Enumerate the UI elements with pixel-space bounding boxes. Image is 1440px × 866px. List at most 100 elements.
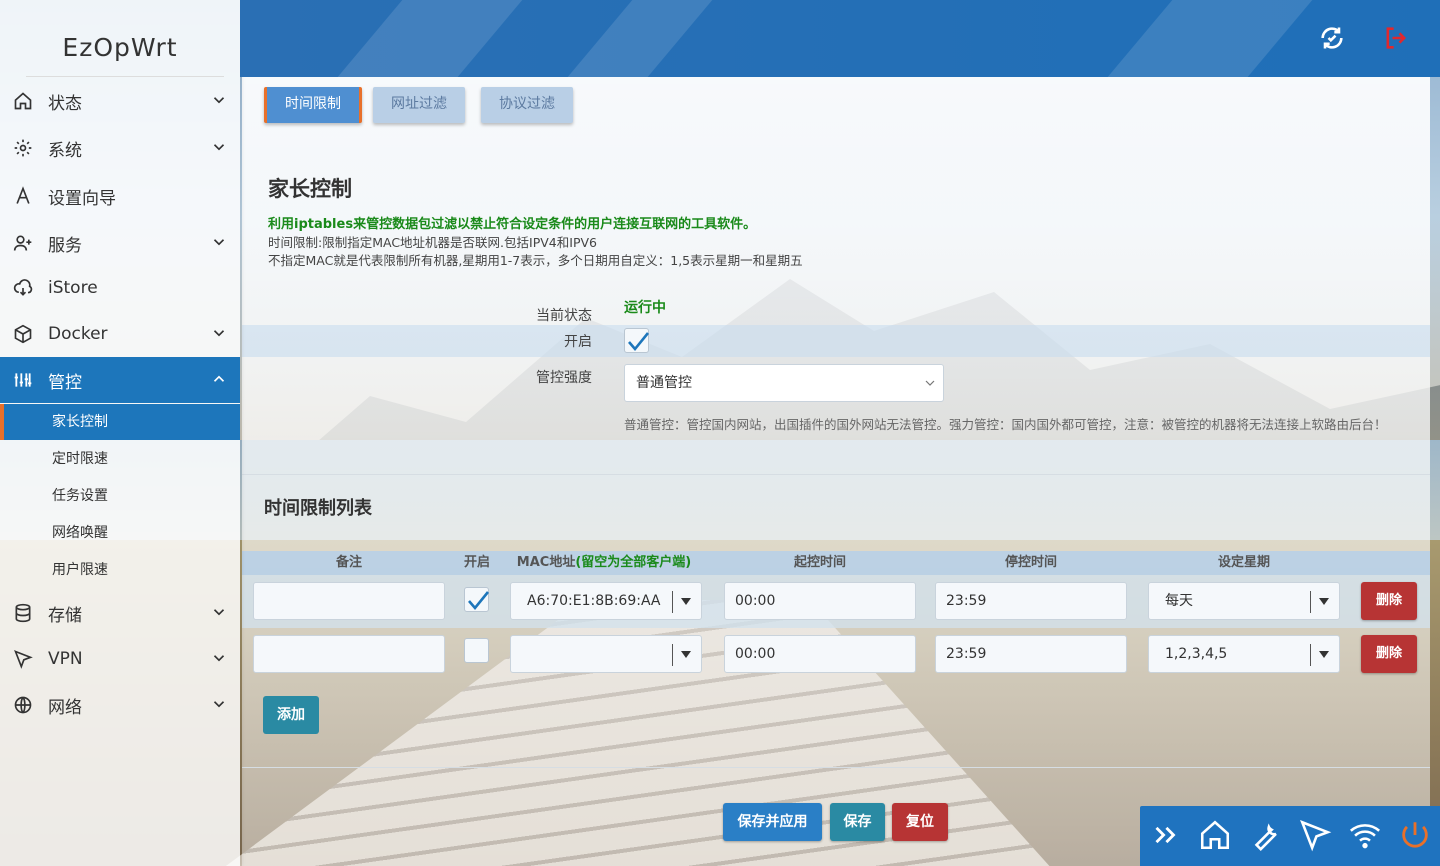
- database-icon: [12, 602, 34, 624]
- mac-select[interactable]: [510, 635, 702, 673]
- sidebar-item-label: 存储: [48, 605, 82, 626]
- logout-icon[interactable]: [1382, 24, 1410, 52]
- sliders-icon: [12, 369, 34, 391]
- column-header-stop: 停控时间: [1004, 555, 1057, 570]
- sidebar-item-label: 网络: [48, 697, 82, 718]
- globe-icon: [12, 694, 34, 716]
- section-divider: [242, 767, 1430, 768]
- wrench-icon[interactable]: [1248, 818, 1282, 852]
- sidebar-subitem-parental-control[interactable]: 家长控制: [0, 404, 240, 440]
- sidebar-item-label: VPN: [48, 649, 83, 669]
- tab-protocol-filter[interactable]: 协议过滤: [481, 87, 573, 123]
- chevron-down-icon: [213, 701, 225, 708]
- double-chevron-right-icon[interactable]: [1148, 818, 1182, 852]
- sidebar-subitem-wake-on-lan[interactable]: 网络唤醒: [0, 515, 240, 551]
- sidebar-item-label: 系统: [48, 140, 82, 161]
- sidebar-item-wizard[interactable]: 设置向导: [0, 173, 240, 219]
- weekday-select-value: 每天: [1165, 593, 1193, 609]
- add-button[interactable]: 添加: [263, 696, 319, 734]
- sidebar-subitem-timed-speed-limit[interactable]: 定时限速: [0, 441, 240, 477]
- power-icon[interactable]: [1398, 818, 1432, 852]
- checkmark-icon: [628, 332, 650, 352]
- main-panel: 时间限制 网址过滤 协议过滤 家长控制 利用iptables来管控数据包过滤以禁…: [242, 77, 1430, 866]
- delete-button[interactable]: 删除: [1361, 582, 1417, 620]
- chevron-down-icon: [213, 97, 225, 104]
- table-header: 备注 开启 MAC地址(留空为全部客户端) 起控时间 停控时间 设定星期: [242, 551, 1430, 575]
- caret-down-icon: [681, 651, 691, 658]
- caret-down-icon: [1319, 598, 1329, 605]
- sidebar-item-services[interactable]: 服务: [0, 220, 240, 266]
- stop-time-input[interactable]: 23:59: [935, 582, 1127, 620]
- sidebar-item-control[interactable]: 管控: [0, 357, 240, 403]
- wifi-icon[interactable]: [1348, 818, 1382, 852]
- wizard-icon: [12, 185, 34, 207]
- sidebar-item-system[interactable]: 系统: [0, 125, 240, 171]
- chevron-down-icon: [213, 144, 225, 151]
- chevron-up-icon: [213, 375, 225, 382]
- tab-url-filter[interactable]: 网址过滤: [373, 87, 465, 123]
- start-time-input[interactable]: 00:00: [724, 582, 916, 620]
- chevron-down-icon: [213, 609, 225, 616]
- page-description-bold: 利用iptables来管控数据包过滤以禁止符合设定条件的用户连接互联网的工具软件…: [268, 217, 757, 232]
- checkmark-icon: [468, 591, 490, 611]
- strength-label: 管控强度: [536, 370, 592, 386]
- send-icon[interactable]: [1298, 818, 1332, 852]
- column-header-start: 起控时间: [793, 555, 846, 570]
- caret-down-icon: [1319, 651, 1329, 658]
- row-enable-checkbox[interactable]: [464, 638, 489, 663]
- table-row: 00:00 23:59 1,2,3,4,5 删除: [242, 628, 1430, 681]
- sidebar-subitem-user-speed-limit[interactable]: 用户限速: [0, 552, 240, 588]
- sidebar-item-status[interactable]: 状态: [0, 78, 240, 124]
- save-apply-button[interactable]: 保存并应用: [723, 803, 822, 841]
- mac-select-value: A6:70:E1:8B:69:AA: [527, 593, 661, 609]
- column-header-weekday: 设定星期: [1217, 555, 1270, 570]
- tab-time-limit[interactable]: 时间限制: [264, 87, 362, 123]
- sidebar-item-label: 服务: [48, 235, 82, 256]
- send-icon: [12, 648, 34, 670]
- sidebar-item-network[interactable]: 网络: [0, 682, 240, 728]
- column-header-mac-note: (留空为全部客户端): [575, 555, 692, 570]
- strength-select[interactable]: 普通管控: [624, 364, 944, 402]
- column-header-mac-text: MAC地址: [516, 555, 576, 570]
- cloud-download-icon: [12, 277, 34, 299]
- refresh-icon[interactable]: [1318, 24, 1346, 52]
- brand-logo[interactable]: EzOpWrt: [0, 0, 240, 76]
- list-title: 时间限制列表: [264, 498, 372, 519]
- remark-input[interactable]: [253, 582, 445, 620]
- row-enable-checkbox[interactable]: [464, 587, 490, 612]
- save-button[interactable]: 保存: [830, 803, 885, 841]
- status-value: 运行中: [624, 300, 666, 316]
- sidebar-item-storage[interactable]: 存储: [0, 590, 240, 636]
- page-description-line: 不指定MAC就是代表限制所有机器,星期用1-7表示，多个日期用自定义：1,5表示…: [268, 253, 803, 268]
- sidebar-item-istore[interactable]: iStore: [0, 265, 240, 311]
- sidebar: EzOpWrt 状态 系统 设置向导 服务 iStore Docker 管控 家…: [0, 0, 240, 866]
- page-title: 家长控制: [268, 177, 352, 201]
- caret-down-icon: [681, 598, 691, 605]
- weekday-select-value: 1,2,3,4,5: [1165, 646, 1228, 662]
- stop-time-input[interactable]: 23:59: [935, 635, 1127, 673]
- delete-button[interactable]: 删除: [1361, 635, 1417, 673]
- brand-divider: [26, 76, 224, 77]
- gear-icon: [12, 137, 34, 159]
- reset-button[interactable]: 复位: [892, 803, 948, 841]
- sidebar-subitem-task-settings[interactable]: 任务设置: [0, 478, 240, 514]
- mac-select[interactable]: A6:70:E1:8B:69:AA: [510, 582, 702, 620]
- sidebar-item-docker[interactable]: Docker: [0, 311, 240, 357]
- home-icon[interactable]: [1198, 818, 1232, 852]
- status-label: 当前状态: [536, 308, 592, 324]
- weekday-select[interactable]: 每天: [1148, 582, 1340, 620]
- enable-checkbox[interactable]: [624, 328, 650, 353]
- box-icon: [12, 323, 34, 345]
- weekday-select[interactable]: 1,2,3,4,5: [1148, 635, 1340, 673]
- user-plus-icon: [12, 232, 34, 254]
- home-icon: [12, 90, 34, 112]
- top-header: [240, 0, 1440, 77]
- page-description-line: 时间限制:限制指定MAC地址机器是否联网.包括IPV4和IPV6: [268, 235, 597, 250]
- column-header-mac: MAC地址(留空为全部客户端): [504, 551, 704, 575]
- sidebar-item-vpn[interactable]: VPN: [0, 636, 240, 682]
- start-time-input[interactable]: 00:00: [724, 635, 916, 673]
- sidebar-item-label: 管控: [48, 372, 82, 393]
- table-row: A6:70:E1:8B:69:AA 00:00 23:59 每天 删除: [242, 575, 1430, 628]
- remark-input[interactable]: [253, 635, 445, 673]
- column-header-remark: 备注: [335, 555, 362, 570]
